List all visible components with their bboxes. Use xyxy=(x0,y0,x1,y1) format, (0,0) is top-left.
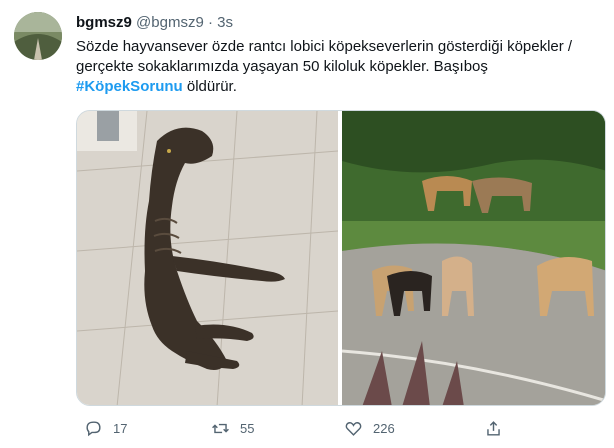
tweet-text-part2: öldürür. xyxy=(186,78,237,95)
reply-count: 17 xyxy=(113,420,128,436)
photo-stray-dogs[interactable] xyxy=(342,111,606,406)
share-button[interactable] xyxy=(484,416,503,440)
like-icon xyxy=(345,421,362,436)
retweet-count: 55 xyxy=(240,420,255,436)
share-icon xyxy=(487,420,500,436)
tweet-header: bgmsz9 @bgmsz9 · 3s xyxy=(76,14,233,31)
tweet-media[interactable] xyxy=(76,110,606,406)
avatar[interactable] xyxy=(14,12,62,60)
display-name[interactable]: bgmsz9 xyxy=(76,14,132,31)
like-button[interactable]: 226 xyxy=(344,416,395,440)
hashtag-link[interactable]: #KöpekSorunu xyxy=(76,78,183,95)
tweet-text-part1: Sözde hayvansever özde rantcı lobici köp… xyxy=(76,38,573,75)
photo-thin-dog[interactable] xyxy=(77,111,338,406)
timestamp[interactable]: 3s xyxy=(217,14,233,31)
reply-icon xyxy=(86,420,101,436)
separator: · xyxy=(207,14,213,31)
tweet-actions: 17 55 226 xyxy=(76,416,606,440)
retweet-icon xyxy=(212,423,229,433)
handle[interactable]: @bgmsz9 xyxy=(136,14,204,31)
retweet-button[interactable]: 55 xyxy=(211,416,254,440)
avatar-image xyxy=(14,12,62,60)
reply-button[interactable]: 17 xyxy=(84,416,127,440)
like-count: 226 xyxy=(373,420,395,436)
tweet-text: Sözde hayvansever özde rantcı lobici köp… xyxy=(76,37,606,97)
